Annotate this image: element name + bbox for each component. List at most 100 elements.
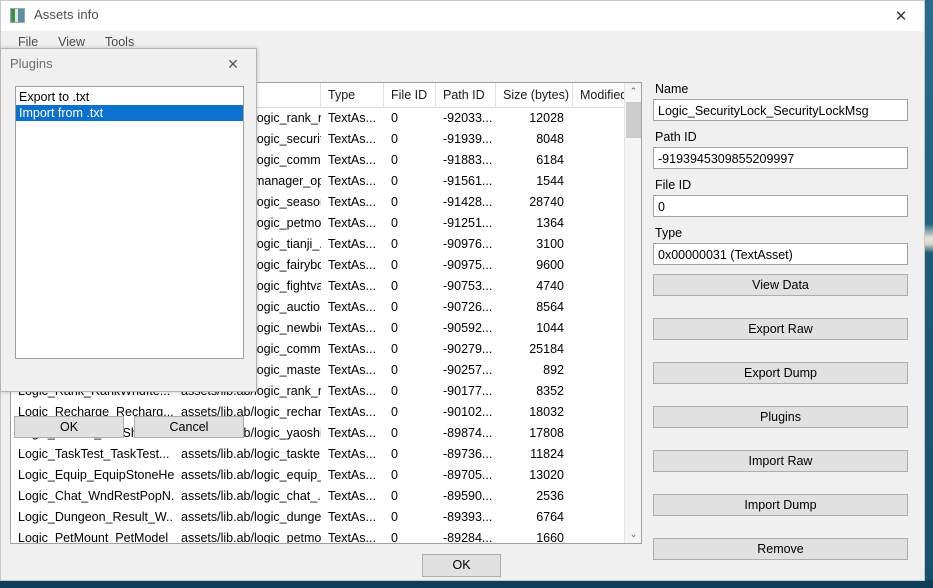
field-file-id[interactable]: 0	[653, 195, 908, 217]
cell-size: 3100	[536, 237, 564, 251]
cell-file-id: 0	[391, 258, 398, 272]
cell-type: TextAs...	[328, 363, 376, 377]
cell-path-id: -90592...	[443, 321, 493, 335]
cell-path: assets/lib.ab/logic_chat_...	[181, 489, 321, 503]
cell-file-id: 0	[391, 174, 398, 188]
cell-modified	[573, 507, 629, 528]
cell-file-id: 0	[391, 531, 398, 543]
column-header-file-id[interactable]: File ID	[384, 83, 436, 107]
column-header-type[interactable]: Type	[321, 83, 384, 107]
cell-modified	[573, 381, 629, 402]
cell-size: 1660	[536, 531, 564, 543]
column-header-path-id[interactable]: Path ID	[436, 83, 496, 107]
cell-size: 17808	[529, 426, 564, 440]
cell-type: TextAs...	[328, 468, 376, 482]
scroll-down-icon[interactable]: ⌄	[625, 526, 641, 543]
ok-button[interactable]: OK	[422, 554, 501, 577]
cell-modified	[573, 318, 629, 339]
label-path-id: Path ID	[655, 130, 697, 144]
cell-modified	[573, 486, 629, 507]
cell-size: 1364	[536, 216, 564, 230]
cell-modified	[573, 213, 629, 234]
remove-button[interactable]: Remove	[653, 538, 908, 560]
column-header-size[interactable]: Size (bytes)	[496, 83, 573, 107]
table-row[interactable]: Logic_Dungeon_Result_W... assets/lib.ab/l…	[11, 507, 641, 528]
cell-modified	[573, 339, 629, 360]
table-vertical-scrollbar[interactable]: ⌃ ⌄	[624, 83, 641, 543]
field-type[interactable]: 0x00000031 (TextAsset)	[653, 243, 908, 265]
cell-path-id: -91428...	[443, 195, 493, 209]
cell-file-id: 0	[391, 510, 398, 524]
export-dump-button[interactable]: Export Dump	[653, 362, 908, 384]
column-header-modified[interactable]: Modified	[573, 83, 629, 107]
table-row[interactable]: Logic_TaskTest_TaskTest... assets/lib.ab/…	[11, 444, 641, 465]
export-raw-button[interactable]: Export Raw	[653, 318, 908, 340]
cell-path-id: -92033...	[443, 111, 493, 125]
cell-size: 13020	[529, 468, 564, 482]
cell-size: 8352	[536, 384, 564, 398]
cell-modified	[573, 528, 629, 543]
plugins-ok-button[interactable]: OK	[14, 416, 124, 438]
cell-file-id: 0	[391, 216, 398, 230]
cell-path-id: -91251...	[443, 216, 493, 230]
list-item[interactable]: Export to .txt	[16, 89, 243, 105]
table-row[interactable]: Logic_Equip_EquipStoneHe... assets/lib.ab…	[11, 465, 641, 486]
cell-type: TextAs...	[328, 321, 376, 335]
cell-path-id: -90726...	[443, 300, 493, 314]
cell-name: Logic_TaskTest_TaskTest...	[18, 447, 170, 461]
plugins-cancel-button[interactable]: Cancel	[134, 416, 244, 438]
cell-size: 12028	[529, 111, 564, 125]
cell-size: 28740	[529, 195, 564, 209]
cell-type: TextAs...	[328, 405, 376, 419]
cell-type: TextAs...	[328, 258, 376, 272]
cell-size: 892	[543, 363, 564, 377]
cell-file-id: 0	[391, 153, 398, 167]
cell-path-id: -90257...	[443, 363, 493, 377]
field-path-id[interactable]: -9193945309855209997	[653, 147, 908, 169]
cell-path: assets/lib.ab/logic_taskte...	[181, 447, 321, 461]
cell-file-id: 0	[391, 384, 398, 398]
view-data-button[interactable]: View Data	[653, 274, 908, 296]
cell-path-id: -90279...	[443, 342, 493, 356]
cell-path-id: -89393...	[443, 510, 493, 524]
cell-file-id: 0	[391, 237, 398, 251]
cell-size: 8564	[536, 300, 564, 314]
cell-file-id: 0	[391, 195, 398, 209]
cell-type: TextAs...	[328, 300, 376, 314]
cell-size: 25184	[529, 342, 564, 356]
cell-modified	[573, 297, 629, 318]
import-raw-button[interactable]: Import Raw	[653, 450, 908, 472]
cell-modified	[573, 171, 629, 192]
cell-file-id: 0	[391, 468, 398, 482]
list-item[interactable]: Import from .txt	[16, 105, 243, 121]
plugins-button[interactable]: Plugins	[653, 406, 908, 428]
window-titlebar: Assets info ✕	[1, 1, 924, 31]
plugins-dialog-titlebar: Plugins ✕	[1, 49, 256, 79]
cell-file-id: 0	[391, 489, 398, 503]
table-row[interactable]: Logic_PetMount_PetModel assets/lib.ab/log…	[11, 528, 641, 543]
table-row[interactable]: Logic_Chat_WndRestPopN... assets/lib.ab/l…	[11, 486, 641, 507]
cell-file-id: 0	[391, 111, 398, 125]
scrollbar-thumb[interactable]	[626, 102, 641, 138]
cell-modified	[573, 192, 629, 213]
field-name[interactable]: Logic_SecurityLock_SecurityLockMsg	[653, 99, 908, 121]
cell-path-id: -90102...	[443, 405, 493, 419]
cell-type: TextAs...	[328, 447, 376, 461]
cell-type: TextAs...	[328, 237, 376, 251]
label-type: Type	[655, 226, 683, 240]
cell-file-id: 0	[391, 300, 398, 314]
plugin-list[interactable]: Export to .txt Import from .txt	[15, 86, 244, 359]
asset-details-panel: Name Logic_SecurityLock_SecurityLockMsg …	[653, 82, 915, 582]
cell-size: 9600	[536, 258, 564, 272]
cell-file-id: 0	[391, 447, 398, 461]
cell-type: TextAs...	[328, 510, 376, 524]
import-dump-button[interactable]: Import Dump	[653, 494, 908, 516]
cell-modified	[573, 402, 629, 423]
cell-size: 18032	[529, 405, 564, 419]
app-icon	[10, 8, 25, 23]
close-icon[interactable]: ✕	[878, 1, 924, 31]
cell-type: TextAs...	[328, 342, 376, 356]
scroll-up-icon[interactable]: ⌃	[625, 83, 641, 100]
plugins-dialog-close-icon[interactable]: ✕	[214, 49, 252, 79]
cell-size: 8048	[536, 132, 564, 146]
